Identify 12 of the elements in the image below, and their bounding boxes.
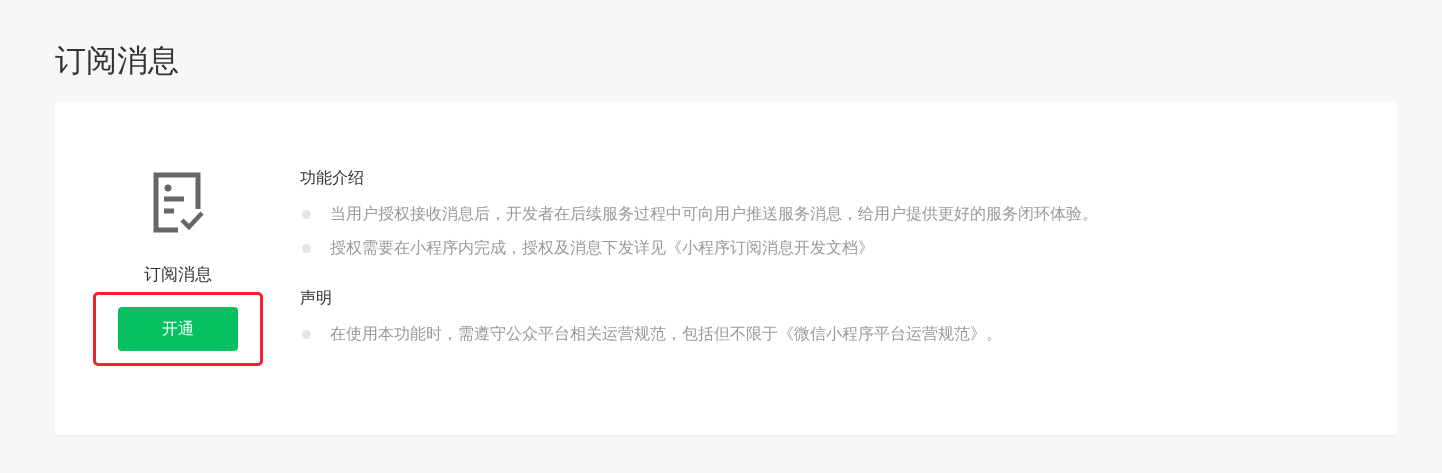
bullet-icon [302,329,311,339]
section-text: 当用户授权接收消息后，开发者在后续服务过程中可向用户推送服务消息，给用户提供更好的服务闭环体验。 [330,203,1098,225]
enable-button[interactable]: 开通 [118,307,238,351]
section-text: 授权需要在小程序内完成，授权及消息下发详见《小程序订阅消息开发文档》 [330,237,874,259]
document-check-icon [152,172,204,234]
bullet-icon [302,209,311,219]
bullet-icon [302,243,311,253]
feature-name: 订阅消息 [144,263,212,286]
page-title: 订阅消息 [55,41,180,80]
section-heading: 声明 [300,287,333,309]
section-text: 在使用本功能时，需遵守公众平台相关运营规范，包括但不限于《微信小程序平台运营规范》。 [330,323,1002,345]
section-heading: 功能介绍 [300,167,365,189]
